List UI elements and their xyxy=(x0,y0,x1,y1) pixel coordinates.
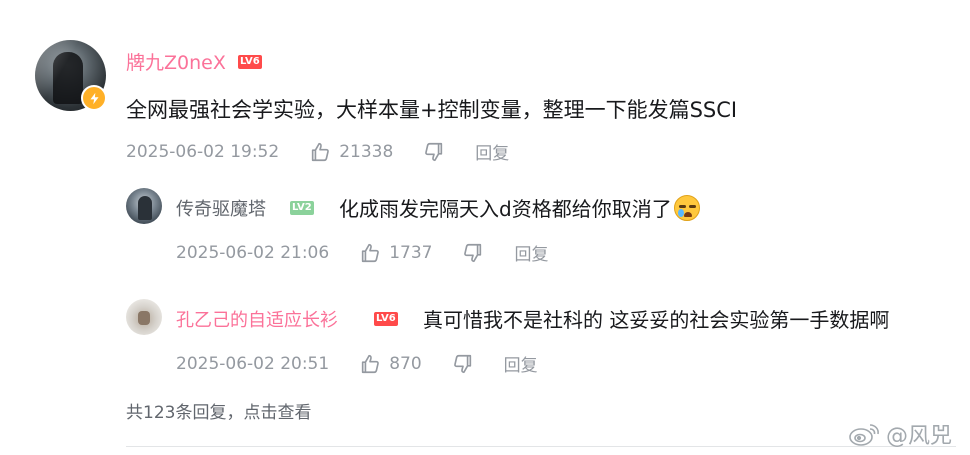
like-button[interactable]: 1737 xyxy=(359,242,432,264)
watermark-text: @风兕 xyxy=(886,424,953,449)
reply-meta: 2025-06-02 21:06 1737 回复 xyxy=(176,240,548,266)
divider xyxy=(126,446,956,447)
reply-button[interactable]: 回复 xyxy=(475,139,509,164)
reply-text-body: 化成雨发完隔天入d资格都给你取消了 xyxy=(339,197,672,221)
dislike-button[interactable] xyxy=(452,353,474,375)
thumbs-up-icon xyxy=(312,142,330,161)
reply-meta: 2025-06-02 20:51 870 回复 xyxy=(176,351,538,377)
thumbs-up-icon xyxy=(362,243,380,262)
thumbs-down-icon xyxy=(464,243,482,262)
reply-avatar[interactable] xyxy=(126,188,162,224)
thumbs-up-icon xyxy=(362,354,380,373)
main-comment-text: 全网最强社会学实验，大样本量+控制变量，整理一下能发篇SSCI xyxy=(126,98,738,122)
reply-button[interactable]: 回复 xyxy=(504,351,538,376)
main-comment-username[interactable]: 牌九Z0neX xyxy=(126,48,226,75)
reply-text: 化成雨发完隔天入d资格都给你取消了 xyxy=(339,193,700,222)
reply-username[interactable]: 孔乙己的自适应长衫 xyxy=(176,306,338,332)
comment-time: 2025-06-02 19:52 xyxy=(126,141,280,162)
like-button[interactable]: 21338 xyxy=(309,141,393,163)
view-more-replies-link[interactable]: 共123条回复，点击查看 xyxy=(126,398,311,423)
level-badge: LV2 xyxy=(290,201,314,215)
reply-avatar[interactable] xyxy=(126,299,162,335)
thumbs-down-icon xyxy=(453,354,471,373)
watermark: @风兕 xyxy=(848,418,952,450)
reply-username[interactable]: 传奇驱魔塔 xyxy=(176,195,266,221)
level-badge: LV6 xyxy=(238,55,262,69)
reply-button[interactable]: 回复 xyxy=(514,240,548,265)
bolt-icon xyxy=(81,85,107,111)
dislike-button[interactable] xyxy=(462,242,484,264)
level-badge: LV6 xyxy=(374,312,398,326)
comment-time: 2025-06-02 20:51 xyxy=(176,353,330,374)
thumbs-down-icon xyxy=(425,142,443,161)
like-count: 21338 xyxy=(339,141,394,162)
reply-text: 真可惜我不是社科的 这妥妥的社会实验第一手数据啊 xyxy=(423,308,890,332)
comment-time: 2025-06-02 21:06 xyxy=(176,242,330,263)
like-button[interactable]: 870 xyxy=(359,353,422,375)
weibo-icon xyxy=(849,424,879,446)
crying-emoji xyxy=(673,195,700,221)
like-count: 870 xyxy=(389,353,422,374)
dislike-button[interactable] xyxy=(423,141,445,163)
main-comment-meta: 2025-06-02 19:52 21338 回复 xyxy=(126,139,509,165)
like-count: 1737 xyxy=(389,242,433,263)
